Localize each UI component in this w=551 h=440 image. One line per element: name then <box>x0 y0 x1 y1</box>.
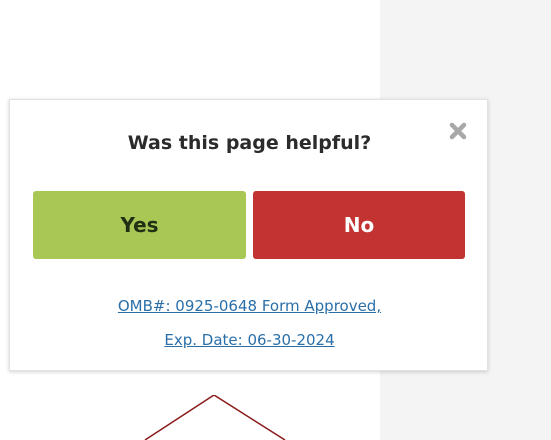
feedback-popup: Was this page helpful? Yes No OMB#: 0925… <box>9 99 488 371</box>
omb-form-link[interactable]: OMB#: 0925-0648 Form Approved, Exp. Date… <box>10 289 489 357</box>
omb-link-line-1: OMB#: 0925-0648 Form Approved, <box>117 297 382 315</box>
yes-button[interactable]: Yes <box>33 191 246 259</box>
close-icon <box>449 122 467 140</box>
feedback-pointer-triangle <box>144 395 286 440</box>
close-button[interactable] <box>446 119 470 143</box>
popup-title: Was this page helpful? <box>127 132 372 154</box>
omb-link-line-2: Exp. Date: 06-30-2024 <box>164 331 335 349</box>
page: Was this page helpful? Yes No OMB#: 0925… <box>0 0 551 440</box>
no-button[interactable]: No <box>253 191 465 259</box>
